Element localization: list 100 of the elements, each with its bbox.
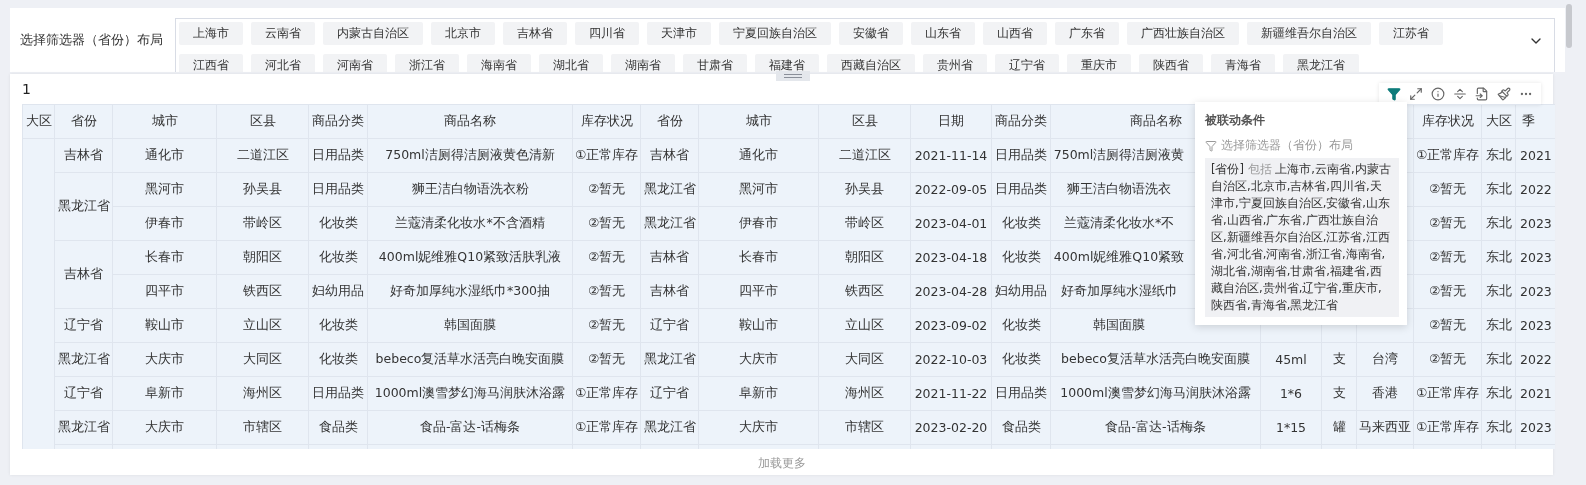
table-cell: 朝阳区 (216, 240, 309, 275)
scrollbar[interactable] (1566, 4, 1572, 48)
province-tag[interactable]: 湖北省 (539, 54, 603, 72)
column-header: 省份 (54, 104, 113, 139)
table-cell: 妇幼用品 (991, 274, 1051, 309)
table-cell: 化妆类 (991, 308, 1051, 343)
table-cell: ②暂无 (1413, 206, 1482, 241)
table-cell: 2023-04-18 (910, 240, 992, 275)
table-cell: 大同区 (818, 342, 911, 377)
province-tag[interactable]: 陕西省 (1139, 54, 1203, 72)
table-cell: 吉林省 (54, 138, 113, 173)
table-cell: 大庆市 (698, 342, 819, 377)
table-cell: ②暂无 (572, 172, 641, 207)
table-cell: 黑河市 (112, 172, 217, 207)
province-tag[interactable]: 天津市 (647, 22, 711, 45)
column-header: 大区 (22, 104, 55, 139)
province-tag[interactable]: 四川省 (575, 22, 639, 45)
table-cell: 台湾 (1356, 342, 1414, 377)
drag-handle[interactable] (776, 71, 810, 81)
province-tag[interactable]: 海南省 (467, 54, 531, 72)
province-tag[interactable]: 云南省 (251, 22, 315, 45)
province-tag[interactable]: 黑龙江省 (1283, 54, 1359, 72)
table-cell: 铁西区 (818, 274, 911, 309)
province-tag[interactable]: 吉林省 (503, 22, 567, 45)
province-tag[interactable]: 青海省 (1211, 54, 1275, 72)
table-cell: ②暂无 (1413, 240, 1482, 275)
table-cell: 1*15 (1260, 410, 1322, 445)
table-cell: 辽宁省 (54, 308, 113, 343)
province-tag[interactable]: 浙江省 (395, 54, 459, 72)
table-cell: 四平市 (112, 274, 217, 309)
table-cell: 1*6 (1260, 376, 1322, 411)
province-tag[interactable]: 新疆维吾尔自治区 (1247, 22, 1371, 45)
province-tag[interactable]: 辽宁省 (995, 54, 1059, 72)
table-cell: 黑河市 (698, 172, 819, 207)
table-cell: 黑龙江省 (54, 410, 113, 445)
province-tag[interactable]: 江苏省 (1379, 22, 1443, 45)
table-cell: 化妆类 (991, 206, 1051, 241)
province-tag[interactable]: 宁夏回族自治区 (719, 22, 831, 45)
column-header: 季 (1515, 104, 1555, 139)
province-tag[interactable]: 山东省 (911, 22, 975, 45)
table-cell: 日用品类 (308, 138, 368, 173)
table-cell: 日用品类 (991, 376, 1051, 411)
table-cell: 400ml妮维雅Q10紧致活肤乳液 (367, 240, 573, 275)
table-cell: 吉林省 (640, 240, 699, 275)
info-icon[interactable] (1431, 87, 1445, 101)
table-cell: 狮王洁白物语洗衣粉 (367, 172, 573, 207)
align-icon[interactable] (1453, 87, 1467, 101)
table-cell: ②暂无 (1413, 172, 1482, 207)
province-tag[interactable]: 山西省 (983, 22, 1047, 45)
table-cell: 2022-10-03 (910, 342, 992, 377)
table-cell: 海州区 (216, 376, 309, 411)
table-cell: 黑龙江省 (640, 410, 699, 445)
table-cell: 伊春市 (698, 206, 819, 241)
table-cell: 市辖区 (818, 410, 911, 445)
table-cell: ①正常库存 (1413, 410, 1482, 445)
table-cell: 1000ml澳雪梦幻海马润肤沐浴露 (367, 376, 573, 411)
expand-icon[interactable] (1409, 87, 1423, 101)
province-tag[interactable]: 河南省 (323, 54, 387, 72)
table-cell: 45ml (1260, 342, 1322, 377)
province-tag[interactable]: 安徽省 (839, 22, 903, 45)
table-cell: 二道江区 (216, 138, 309, 173)
column-header: 商品分类 (308, 104, 368, 139)
table-cell: 铁西区 (216, 274, 309, 309)
table-cell: 黑龙江省 (640, 206, 699, 241)
column-header: 省份 (640, 104, 699, 139)
table-cell: ②暂无 (1413, 342, 1482, 377)
province-tag[interactable]: 北京市 (431, 22, 495, 45)
table-cell: bebeco复活草水活亮白晚安面膜 (1050, 342, 1261, 377)
condition-text: [省份] 包括 上海市,云南省,内蒙古自治区,北京市,吉林省,四川省,天津市,宁夏回族自治区,安徽省,山东省,山西省,广东省,广西壮族自治区,新疆维吾尔自治区,江苏省,江西省,河北省,河南省,浙江省,海南省,湖北省,湖南省,甘肃省,福建省,西藏自治区,贵州省,辽宁省,重庆市,陕西省,青海省,黑龙江省 (1205, 158, 1399, 317)
province-tag[interactable]: 重庆市 (1067, 54, 1131, 72)
province-tag[interactable]: 内蒙古自治区 (323, 22, 423, 45)
province-tag[interactable]: 福建省 (755, 54, 819, 72)
province-tag[interactable]: 河北省 (251, 54, 315, 72)
table-cell: 2023-04-28 (910, 274, 992, 309)
province-tag[interactable]: 江西省 (179, 54, 243, 72)
province-tag[interactable]: 西藏自治区 (827, 54, 915, 72)
table-cell: 化妆类 (308, 342, 368, 377)
province-tag[interactable]: 广西壮族自治区 (1127, 22, 1239, 45)
table-cell: 2023-02-20 (910, 410, 992, 445)
table-cell: 化妆类 (308, 206, 368, 241)
province-tag[interactable]: 广东省 (1055, 22, 1119, 45)
table-cell: 食品类 (308, 410, 368, 445)
province-tag[interactable]: 甘肃省 (683, 54, 747, 72)
table-cell: 韩国面膜 (367, 308, 573, 343)
table-cell: 吉林省 (640, 138, 699, 173)
table-cell: 孙吴县 (216, 172, 309, 207)
table-cell: 二道江区 (818, 138, 911, 173)
filter-icon[interactable] (1387, 87, 1401, 101)
column-header: 商品分类 (991, 104, 1051, 139)
table-cell: ②暂无 (572, 308, 641, 343)
table-cell: 化妆类 (991, 240, 1051, 275)
table-cell: 阜新市 (112, 376, 217, 411)
table-cell: ①正常库存 (1413, 376, 1482, 411)
province-tag[interactable]: 上海市 (179, 22, 243, 45)
province-tag[interactable]: 贵州省 (923, 54, 987, 72)
brush-icon[interactable] (1497, 87, 1511, 101)
export-icon[interactable] (1475, 87, 1489, 101)
table-cell: bebeco复活草水活亮白晚安面膜 (367, 342, 573, 377)
table-cell: 日用品类 (991, 138, 1051, 173)
province-tag[interactable]: 湖南省 (611, 54, 675, 72)
